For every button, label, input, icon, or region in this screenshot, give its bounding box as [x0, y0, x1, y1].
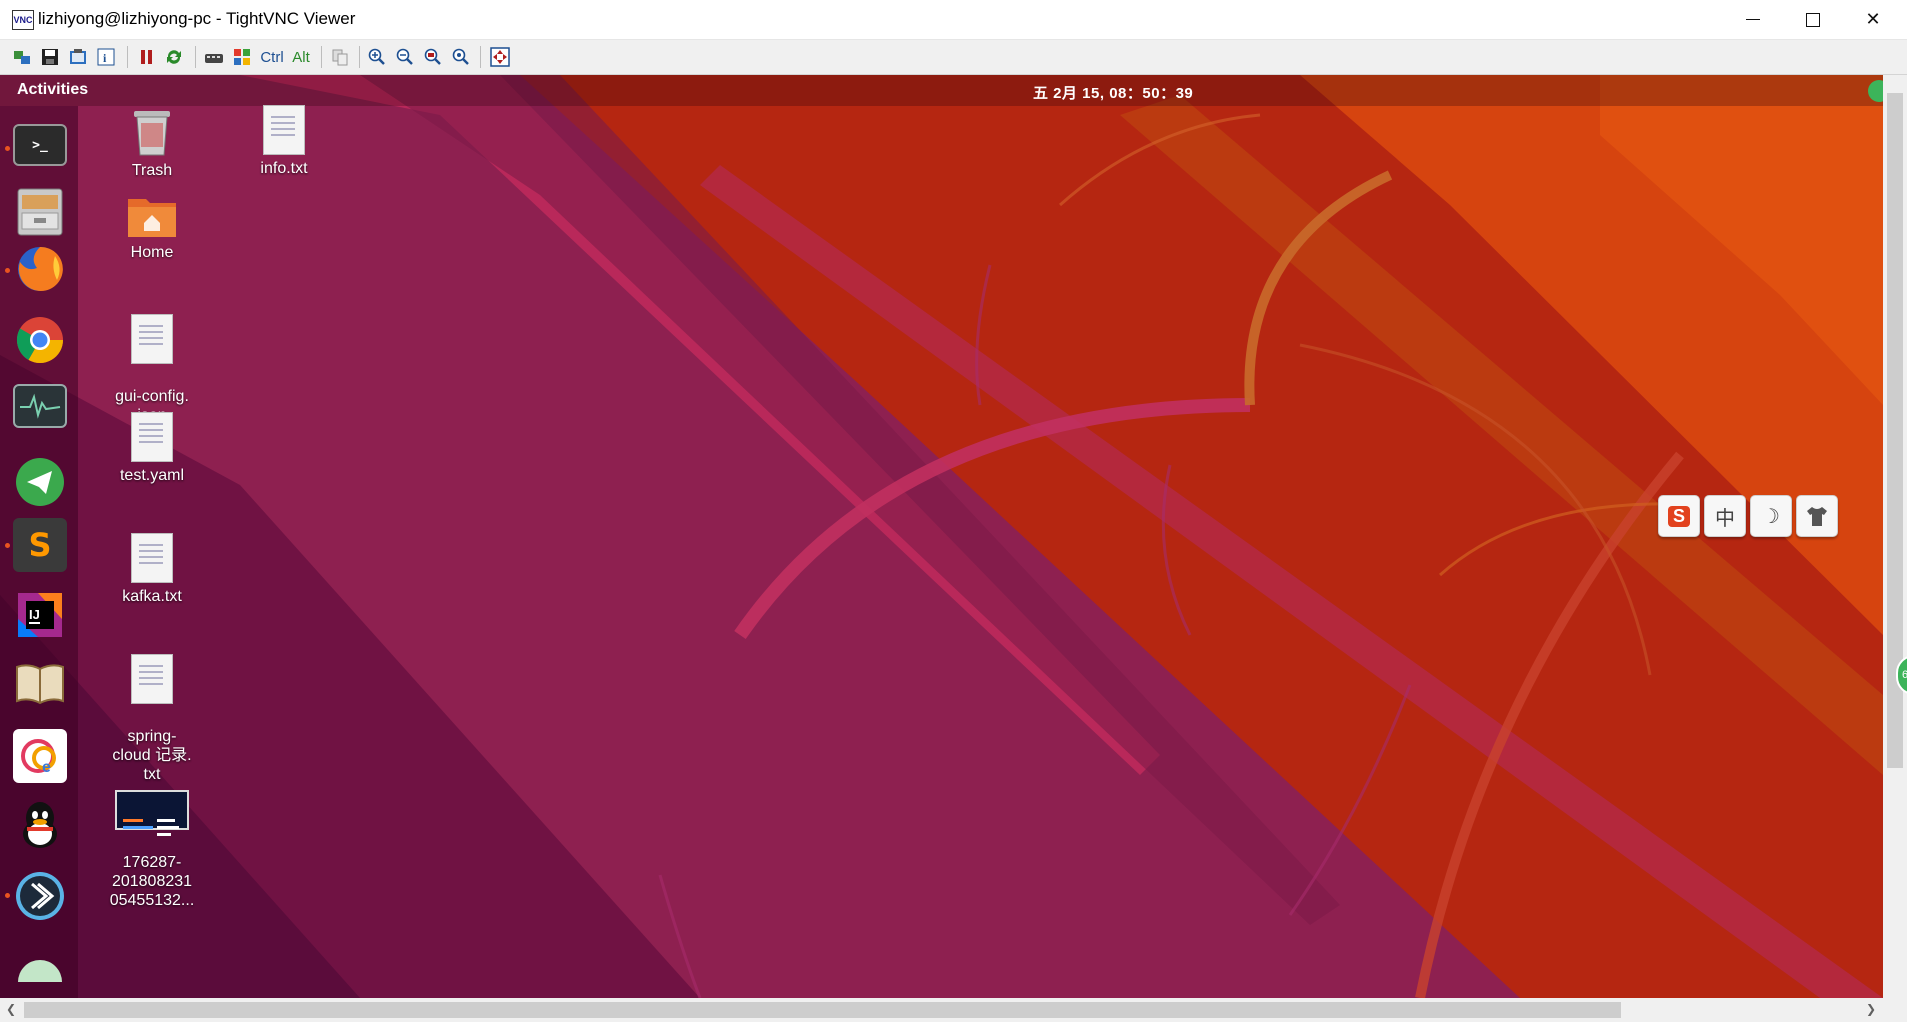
vertical-scrollbar[interactable] — [1883, 75, 1907, 998]
maximize-icon — [1806, 12, 1820, 27]
zoom-100-icon[interactable] — [422, 46, 444, 68]
zoom-out-icon[interactable] — [394, 46, 416, 68]
zoom-in-icon[interactable] — [366, 46, 388, 68]
chrome-icon[interactable] — [13, 313, 67, 367]
desktop-icon-label: 176287- 201808231 05455132... — [109, 854, 195, 909]
running-indicator — [5, 893, 10, 898]
ime-toolbar: S 中 ☽ — [1658, 495, 1838, 537]
text-file-icon — [131, 654, 173, 704]
desktop-icon-trash[interactable]: Trash — [97, 105, 207, 180]
desktop-icon-label: Home — [130, 244, 174, 261]
system-monitor-icon[interactable] — [13, 384, 67, 428]
maximize-button[interactable] — [1785, 0, 1841, 39]
svg-text:e: e — [42, 759, 51, 776]
feishu-icon[interactable] — [13, 869, 67, 923]
desktop-icon-label: info.txt — [260, 160, 308, 177]
minimize-icon — [1746, 19, 1760, 20]
minimize-button[interactable] — [1725, 0, 1781, 39]
book-reader-icon[interactable] — [13, 657, 67, 711]
refresh-icon[interactable] — [163, 46, 185, 68]
desktop-icon-home[interactable]: Home — [97, 193, 207, 262]
zoom-auto-icon[interactable] — [450, 46, 472, 68]
ecplise-icon[interactable]: e — [13, 729, 67, 783]
moon-icon[interactable]: ☽ — [1750, 495, 1792, 537]
running-indicator — [5, 268, 10, 273]
send-ctrl-esc-icon[interactable] — [231, 46, 253, 68]
sublime-text-icon[interactable]: S — [13, 518, 67, 572]
desktop-icon-screenshot-image[interactable]: 176287- 201808231 05455132... — [97, 771, 207, 929]
send-ctrl-alt-del-icon[interactable] — [203, 46, 225, 68]
chinese-mode-button[interactable]: 中 — [1704, 495, 1746, 537]
toolbar-separator — [321, 46, 322, 68]
terminal-icon[interactable]: >_ — [13, 124, 67, 166]
desktop-icon-test-yaml[interactable]: test.yaml — [97, 412, 207, 485]
toolbar-separator — [195, 46, 196, 68]
file-cabinet-icon[interactable] — [13, 185, 67, 239]
vnc-toolbar: i Ctrl Alt — [0, 40, 1907, 75]
pause-icon[interactable] — [135, 46, 157, 68]
desktop-icon-info-txt[interactable]: info.txt — [229, 105, 339, 178]
close-icon: ✕ — [1865, 9, 1881, 29]
alt-key[interactable]: Alt — [289, 46, 313, 68]
gnome-top-bar: Activities 五 2月 15, 08：50：39 — [0, 75, 1883, 106]
horizontal-scroll-thumb[interactable] — [24, 1002, 1621, 1018]
running-indicator — [5, 146, 10, 151]
save-icon[interactable] — [39, 46, 61, 68]
options-icon[interactable] — [67, 46, 89, 68]
toolbar-separator — [127, 46, 128, 68]
desktop-icon-label: kafka.txt — [122, 588, 182, 605]
shirt-icon[interactable] — [1796, 495, 1838, 537]
activities-button[interactable]: Activities — [17, 81, 88, 99]
toolbar-separator — [359, 46, 360, 68]
clock[interactable]: 五 2月 15, 08：50：39 — [1033, 82, 1193, 103]
text-file-icon — [131, 412, 173, 462]
ubuntu-wallpaper — [0, 75, 1883, 998]
desktop-icon-label: Trash — [131, 162, 173, 179]
toolbar-separator — [480, 46, 481, 68]
scroll-right-icon[interactable]: ❯ — [1866, 1002, 1876, 1016]
fullscreen-icon[interactable] — [489, 46, 511, 68]
connection-info-icon[interactable]: i — [95, 46, 117, 68]
new-connection-icon[interactable] — [11, 46, 33, 68]
sogou-logo-button[interactable]: S — [1658, 495, 1700, 537]
window-title: lizhiyong@lizhiyong-pc - TightVNC Viewer — [38, 9, 356, 28]
intellij-idea-icon[interactable]: IJ — [13, 588, 67, 642]
horizontal-scrollbar[interactable]: ❮ ❯ — [0, 998, 1883, 1022]
image-thumbnail-icon — [115, 790, 189, 836]
vnc-app-icon[interactable]: VNC — [12, 10, 34, 30]
telegram-icon[interactable] — [13, 455, 67, 509]
trash-icon — [130, 105, 174, 157]
desktop-icon-label: test.yaml — [119, 467, 184, 484]
close-button[interactable]: ✕ — [1845, 0, 1901, 39]
remote-desktop[interactable]: Activities 五 2月 15, 08：50：39 >_ S IJ e T… — [0, 75, 1883, 998]
transfer-files-icon[interactable] — [329, 46, 351, 68]
idea-label: IJ — [29, 607, 40, 622]
firefox-icon[interactable] — [13, 242, 67, 296]
text-file-icon — [263, 105, 305, 155]
desktop-icon-kafka-txt[interactable]: kafka.txt — [97, 533, 207, 606]
running-indicator — [5, 543, 10, 548]
text-file-icon — [131, 314, 173, 364]
window-title-bar[interactable]: VNC lizhiyong@lizhiyong-pc - TightVNC Vi… — [0, 0, 1907, 40]
ubuntu-dock: >_ S IJ e — [0, 106, 78, 998]
scrollbar-corner — [1883, 998, 1907, 1022]
qq-icon[interactable] — [13, 798, 67, 852]
tray-status-icon[interactable] — [1868, 80, 1883, 102]
text-file-icon — [131, 533, 173, 583]
partial-app-icon[interactable] — [13, 940, 67, 994]
ctrl-key[interactable]: Ctrl — [259, 46, 285, 68]
scroll-left-icon[interactable]: ❮ — [6, 1002, 16, 1016]
home-folder-icon — [126, 193, 178, 239]
